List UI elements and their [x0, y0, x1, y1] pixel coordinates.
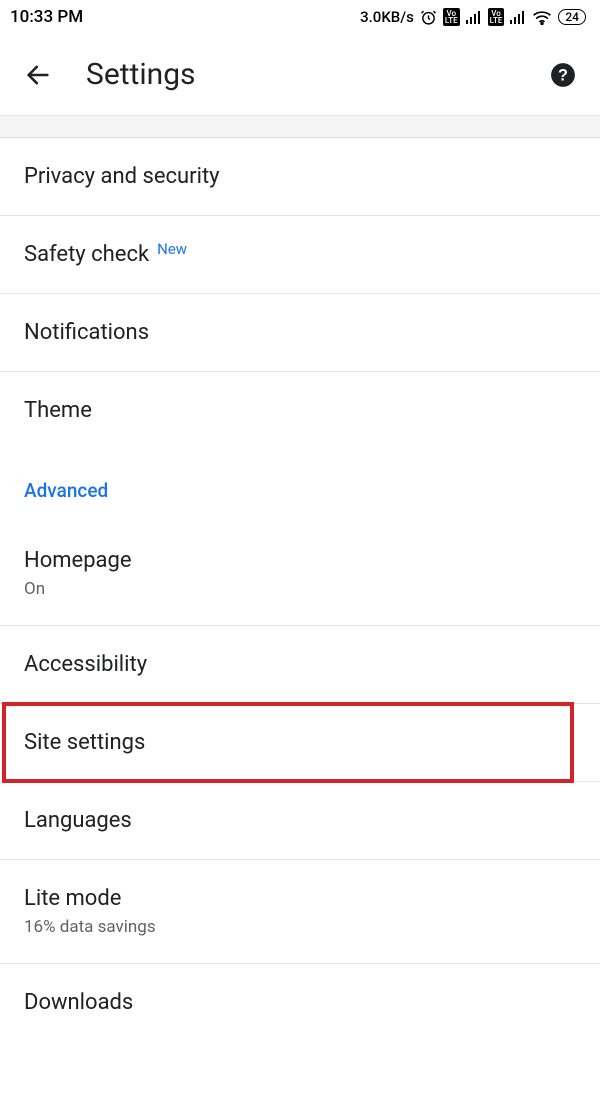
status-bar: 10:33 PM 3.0KB/s VoLTE VoLTE 24 — [0, 0, 600, 34]
new-badge: New — [157, 240, 187, 258]
item-label: Safety check — [24, 242, 149, 267]
item-label: Site settings — [24, 730, 145, 755]
item-subtitle: 16% data savings — [24, 917, 576, 937]
list-item-notifications[interactable]: Notifications — [0, 294, 600, 372]
item-label: Homepage — [24, 548, 576, 573]
item-subtitle: On — [24, 579, 576, 599]
item-label: Accessibility — [24, 652, 147, 677]
battery-indicator: 24 — [558, 9, 586, 25]
back-arrow-icon[interactable] — [24, 61, 52, 89]
alarm-icon — [420, 9, 437, 26]
item-label: Downloads — [24, 990, 133, 1015]
item-label: Languages — [24, 808, 132, 833]
page-title: Settings — [86, 57, 516, 92]
list-item-theme[interactable]: Theme — [0, 372, 600, 449]
section-header-advanced: Advanced — [0, 449, 600, 522]
item-label: Lite mode — [24, 886, 576, 911]
list-item-safety-check[interactable]: Safety check New — [0, 216, 600, 294]
item-label: Privacy and security — [24, 164, 220, 189]
list-item-site-settings[interactable]: Site settings — [0, 704, 600, 782]
volte-badge-1: VoLTE — [443, 8, 460, 26]
list-item-downloads[interactable]: Downloads — [0, 964, 600, 1041]
svg-text:?: ? — [558, 66, 568, 84]
help-icon[interactable]: ? — [550, 62, 576, 88]
settings-list: Privacy and security Safety check New No… — [0, 138, 600, 1041]
signal-icon-2 — [510, 10, 526, 24]
item-label: Theme — [24, 398, 92, 423]
list-item-homepage[interactable]: Homepage On — [0, 522, 600, 626]
volte-badge-2: VoLTE — [488, 8, 505, 26]
network-speed: 3.0KB/s — [360, 8, 414, 26]
header-gap — [0, 116, 600, 138]
app-header: Settings ? — [0, 34, 600, 116]
list-item-lite-mode[interactable]: Lite mode 16% data savings — [0, 860, 600, 964]
status-time: 10:33 PM — [10, 7, 83, 27]
list-item-privacy-security[interactable]: Privacy and security — [0, 138, 600, 216]
item-label: Notifications — [24, 320, 149, 345]
list-item-accessibility[interactable]: Accessibility — [0, 626, 600, 704]
list-item-languages[interactable]: Languages — [0, 782, 600, 860]
signal-icon-1 — [466, 10, 482, 24]
status-indicators: 3.0KB/s VoLTE VoLTE 24 — [360, 8, 586, 26]
wifi-icon — [532, 9, 552, 25]
